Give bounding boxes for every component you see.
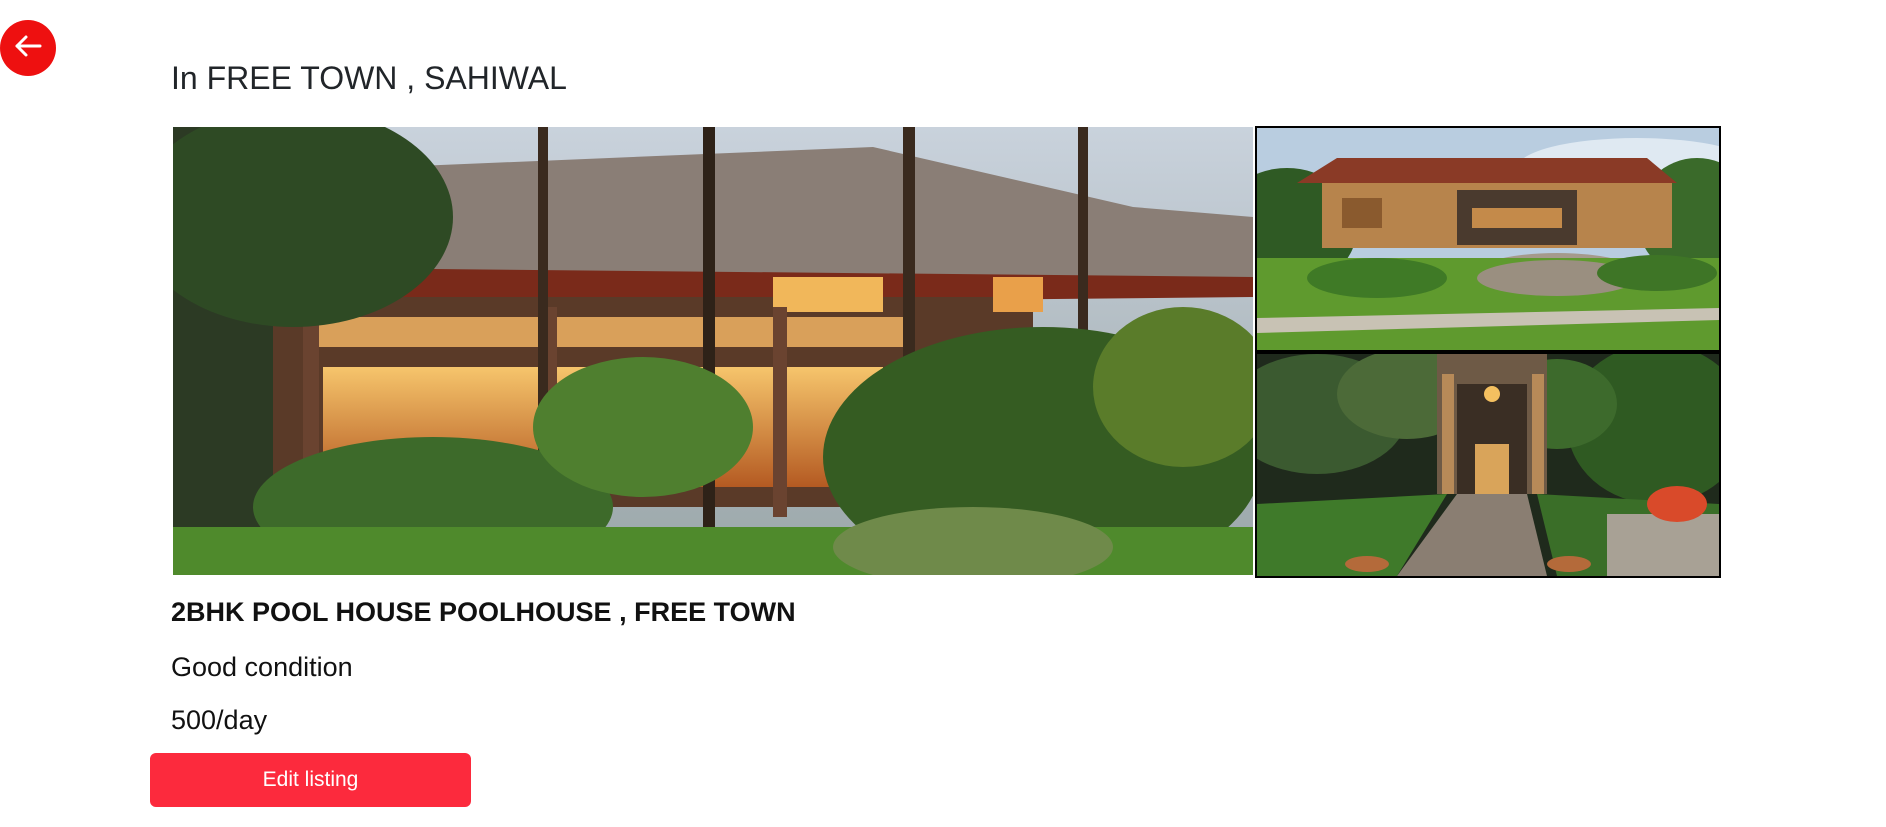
arrow-left-icon: [13, 31, 43, 66]
edit-listing-button[interactable]: Edit listing: [150, 753, 471, 807]
location-heading: In FREE TOWN , SAHIWAL: [171, 60, 567, 96]
side-photo-bottom[interactable]: [1255, 352, 1721, 578]
listing-condition: Good condition: [171, 652, 353, 682]
listing-price: 500/day: [171, 705, 268, 735]
main-photo[interactable]: [173, 127, 1253, 575]
listing-title: 2BHK POOL HOUSE POOLHOUSE , FREE TOWN: [171, 597, 796, 627]
listing-detail-page: In FREE TOWN , SAHIWAL 2BHK POOL HOUSE P…: [0, 0, 1886, 827]
photo-gallery: [171, 126, 1721, 578]
back-button[interactable]: [0, 20, 56, 76]
side-photo-top[interactable]: [1255, 126, 1721, 352]
